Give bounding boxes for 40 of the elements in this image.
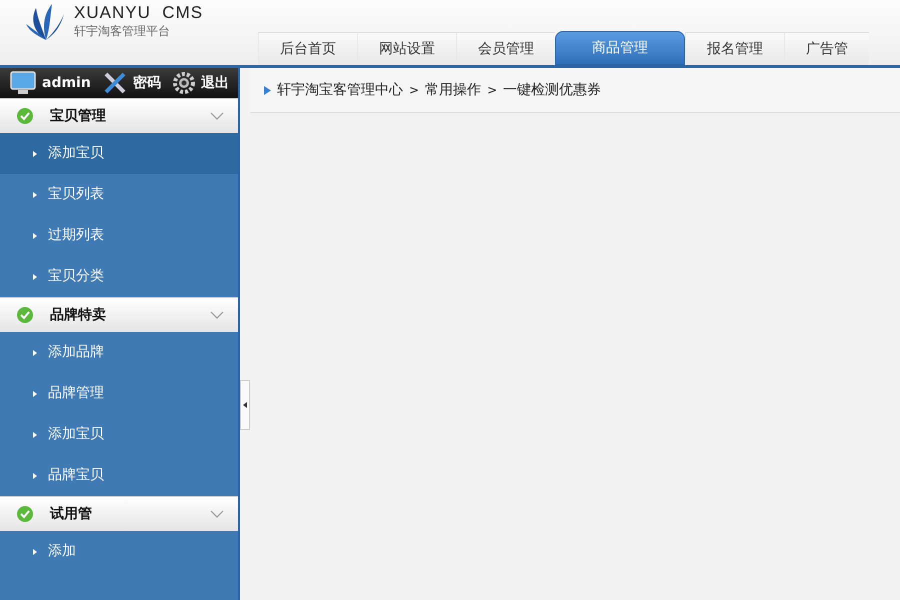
- breadcrumb-separator: >: [409, 83, 420, 97]
- nav-tab[interactable]: 网站设置: [357, 32, 456, 65]
- triangle-icon: [264, 86, 271, 94]
- breadcrumb-item[interactable]: 一键检测优惠券: [503, 81, 602, 99]
- breadcrumb-item[interactable]: 轩宇淘宝客管理中心: [277, 81, 403, 99]
- menu-item[interactable]: 添加宝贝: [0, 133, 238, 174]
- logo-subtitle: 轩宇淘客管理平台: [74, 23, 171, 40]
- menu-item[interactable]: 宝贝分类: [0, 256, 238, 297]
- chevron-icon: [210, 510, 224, 518]
- menu-group-header[interactable]: 宝贝管理: [0, 98, 238, 133]
- check-icon: [16, 505, 34, 523]
- menu-item[interactable]: 添加: [0, 531, 238, 572]
- monitor-icon: [10, 71, 36, 95]
- nav-tab[interactable]: 报名管理: [685, 32, 784, 65]
- menu-group-header[interactable]: 品牌特卖: [0, 297, 238, 332]
- check-icon: [16, 107, 34, 125]
- chevron-icon: [210, 311, 224, 319]
- tools-icon: [102, 71, 127, 95]
- user-name: admin: [42, 75, 91, 91]
- menu-item[interactable]: 过期列表: [0, 215, 238, 256]
- nav-tab[interactable]: 商品管理: [555, 31, 685, 65]
- chevron-icon: [210, 112, 224, 120]
- logo-icon: [26, 2, 66, 42]
- menu-item[interactable]: 添加宝贝: [0, 414, 238, 455]
- breadcrumb-separator: >: [487, 83, 498, 97]
- menu-group-header[interactable]: 试用管: [0, 496, 238, 531]
- collapse-handle[interactable]: [240, 380, 250, 430]
- password-link[interactable]: 密码: [132, 74, 161, 92]
- breadcrumb-item[interactable]: 常用操作: [425, 81, 482, 99]
- menu-item[interactable]: 品牌宝贝: [0, 455, 238, 496]
- nav-tab[interactable]: 后台首页: [258, 32, 357, 65]
- nav-tab[interactable]: 会员管理: [456, 32, 555, 65]
- logout-link[interactable]: 退出: [200, 74, 229, 92]
- gear-icon: [172, 72, 195, 94]
- check-icon: [16, 306, 34, 324]
- logo-title: XUANYU CMS: [74, 3, 204, 23]
- menu-item[interactable]: 宝贝列表: [0, 174, 238, 215]
- menu-item[interactable]: 品牌管理: [0, 373, 238, 414]
- menu-item[interactable]: 添加品牌: [0, 332, 238, 373]
- nav-tab[interactable]: 广告管: [784, 32, 869, 65]
